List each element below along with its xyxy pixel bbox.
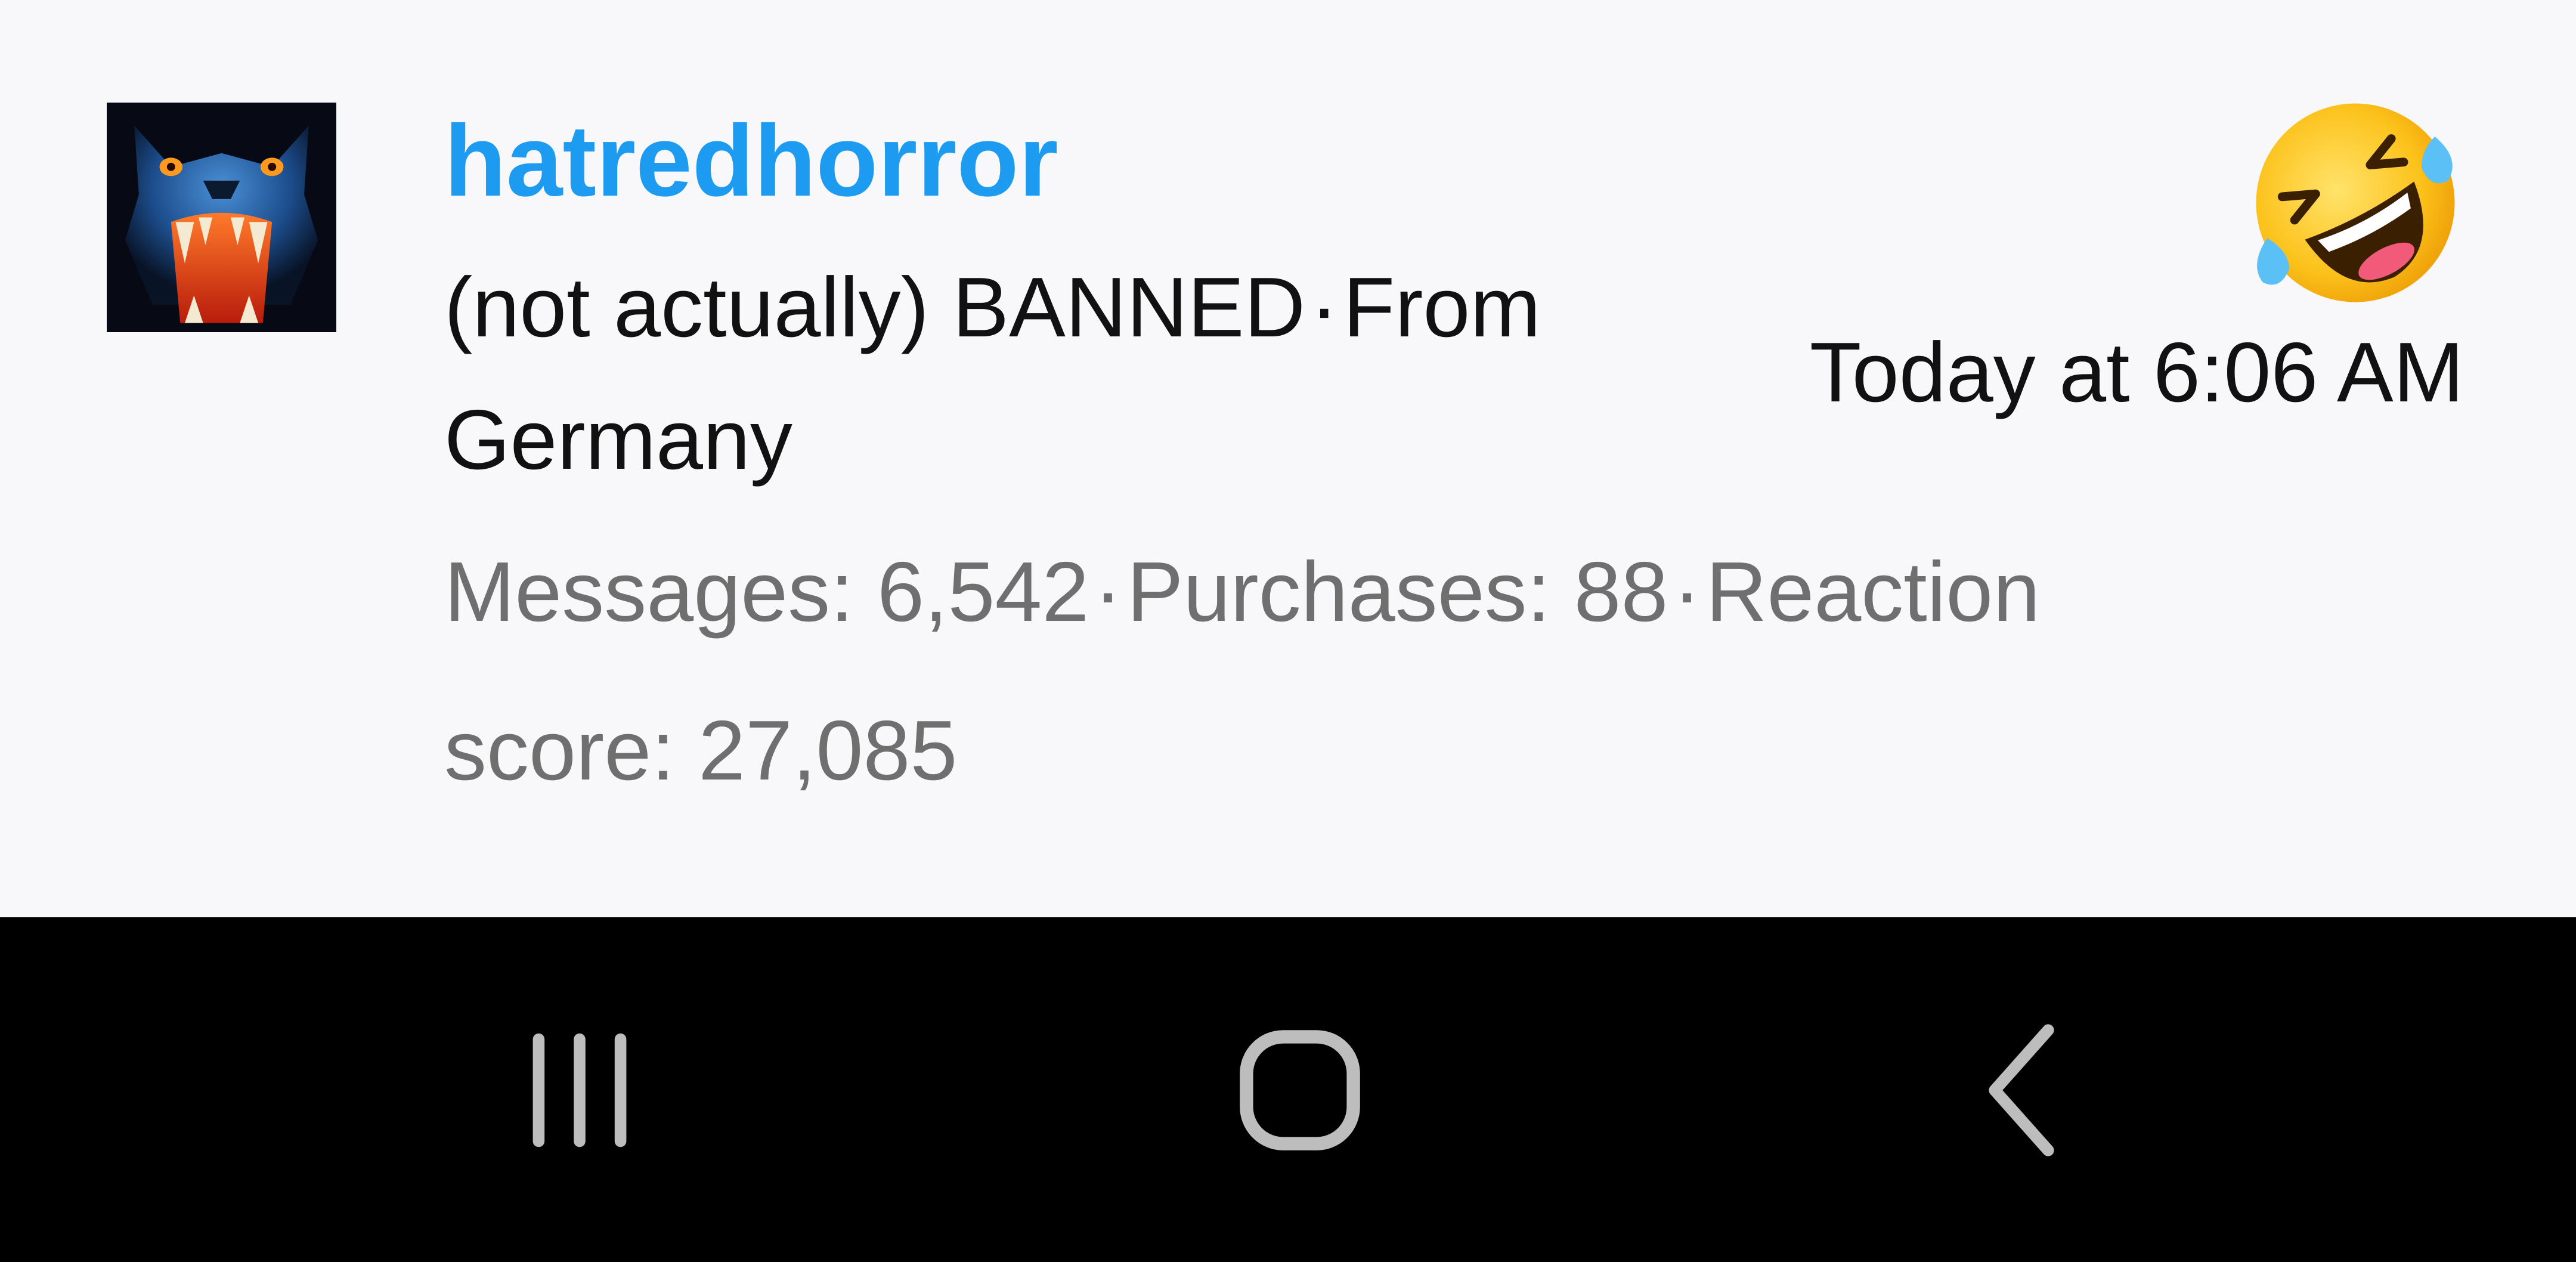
post-timestamp[interactable]: Today at 6:06 AM [1810, 319, 2464, 426]
rolling-on-floor-laughing-icon[interactable] [2245, 92, 2466, 313]
user-stats: Messages: 6,542·Purchases: 88·Reaction s… [444, 513, 2263, 830]
page: hatredhorror (not actually) BANNED·From … [0, 0, 2576, 1262]
back-icon[interactable] [1938, 1007, 2105, 1174]
werewolf-avatar-image [107, 103, 336, 332]
purchases-count: Purchases: 88 [1126, 545, 1668, 639]
separator: · [1673, 545, 1701, 639]
separator: · [1094, 545, 1122, 639]
recents-icon[interactable] [496, 1007, 663, 1174]
username-link[interactable]: hatredhorror [444, 101, 1058, 221]
user-title-line: (not actually) BANNED·From Germany [444, 242, 1756, 506]
messages-count[interactable]: Messages: 6,542 [444, 545, 1089, 639]
home-icon[interactable] [1216, 1007, 1383, 1174]
separator: · [1310, 260, 1339, 355]
avatar[interactable] [107, 103, 336, 332]
user-title: (not actually) BANNED [444, 260, 1306, 355]
android-navigation-bar [0, 917, 2576, 1262]
post-user-header: hatredhorror (not actually) BANNED·From … [0, 0, 2576, 917]
